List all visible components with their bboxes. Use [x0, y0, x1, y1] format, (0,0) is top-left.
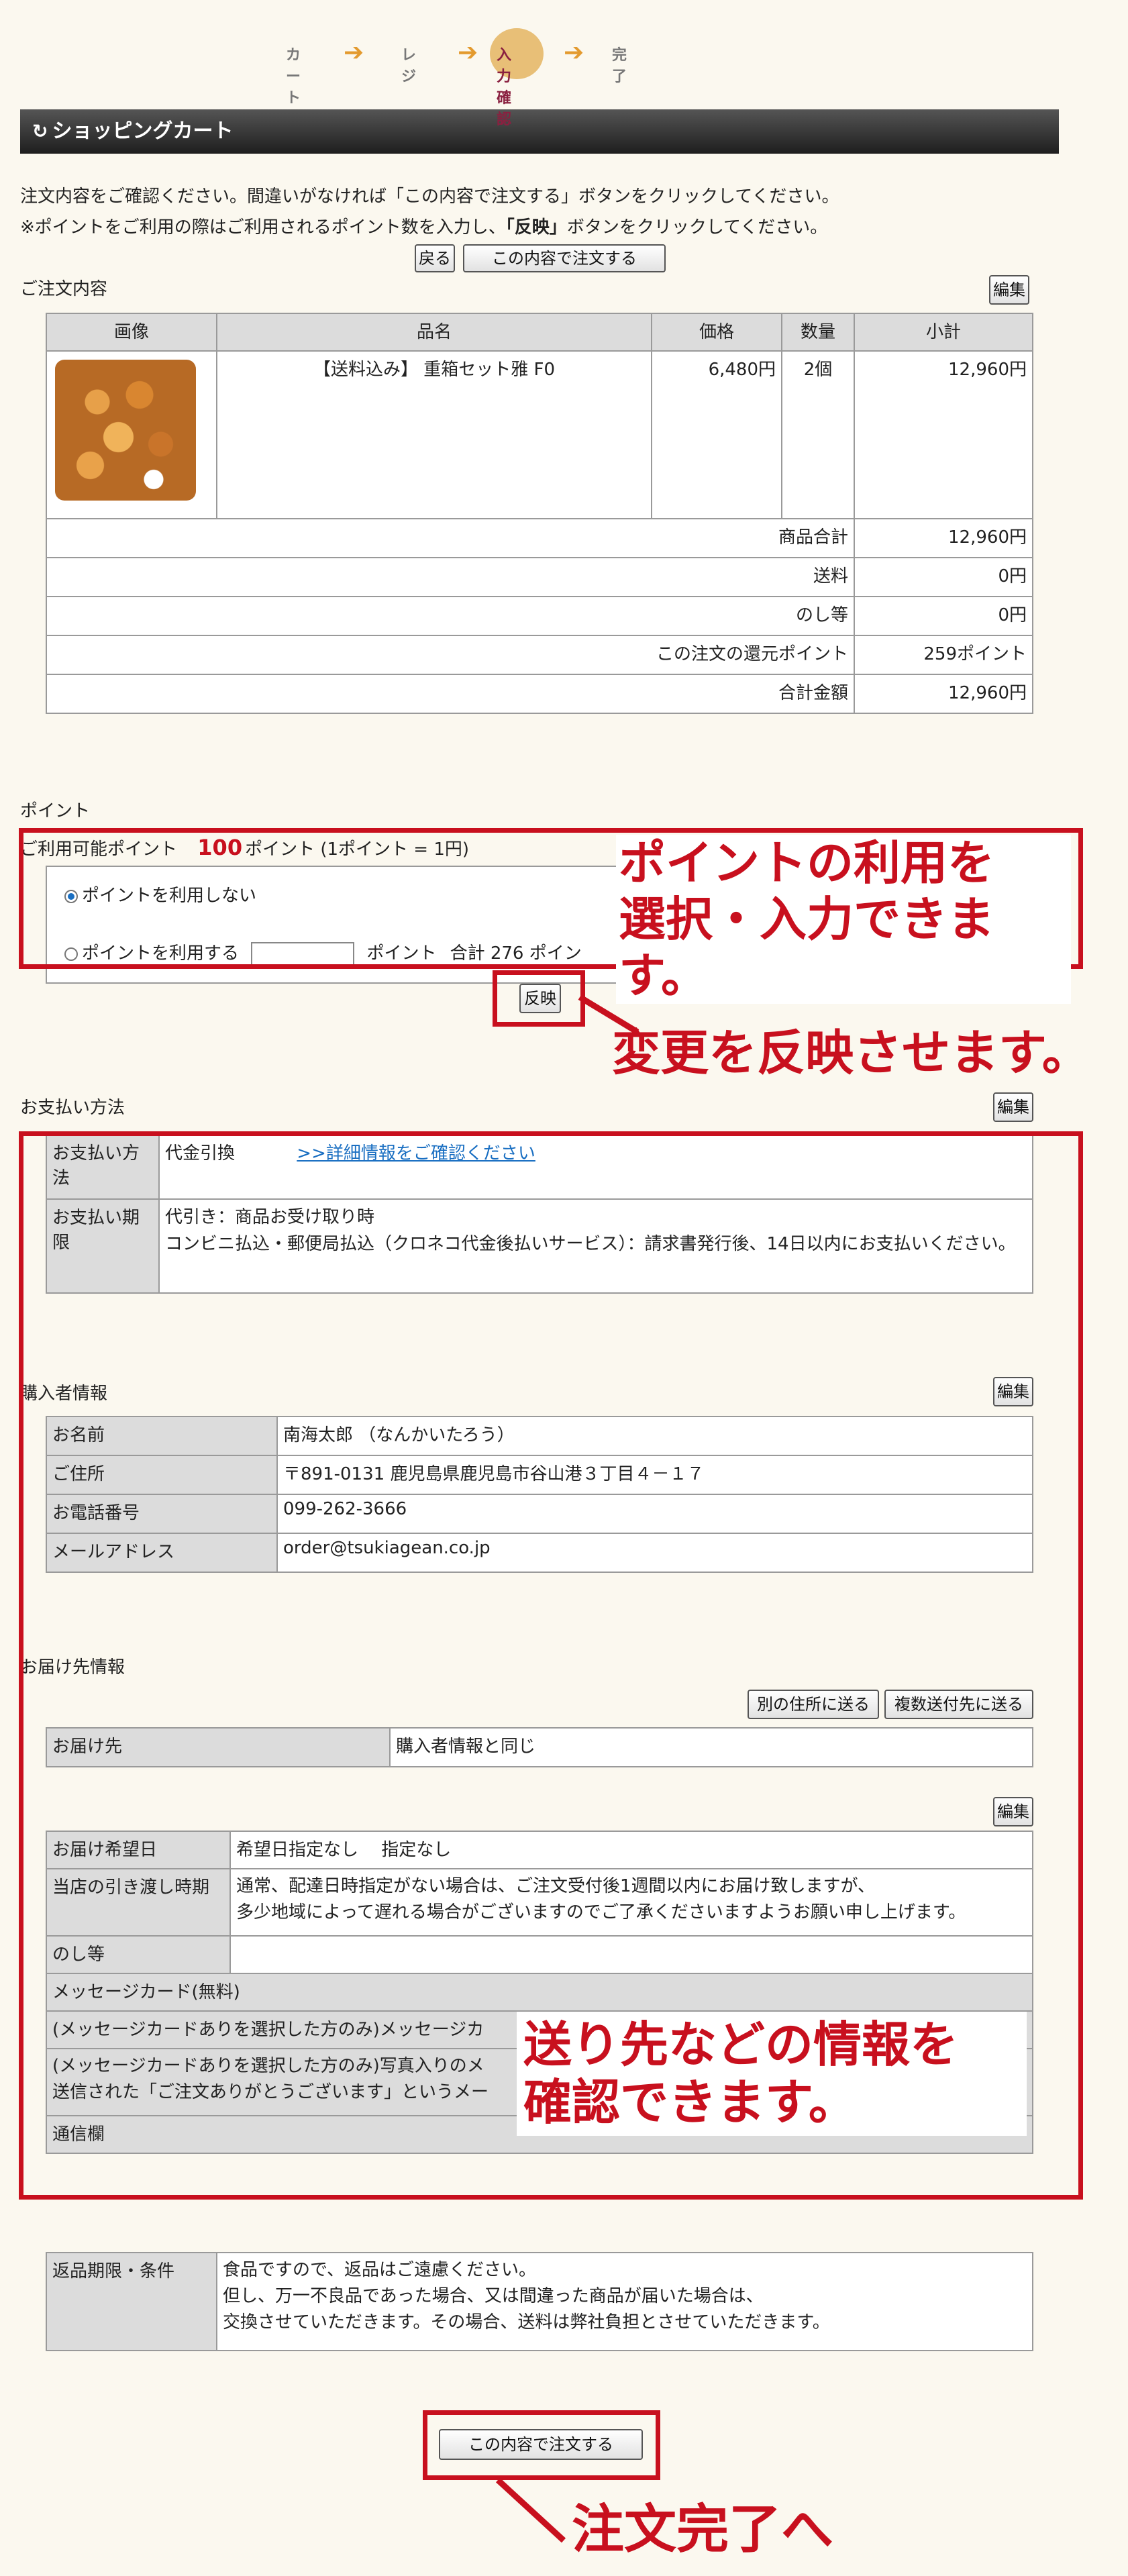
arrow-right-icon: ➔ — [458, 39, 478, 66]
order-table: 画像 品名 価格 数量 小計 【送料込み】 重箱セット雅 F0 6,480円 2… — [46, 313, 1033, 714]
order-section-label: ご注文内容 — [20, 279, 108, 299]
complete-callout: 注文完了へ — [572, 2500, 834, 2560]
cart-header: ↻ ショッピングカート — [20, 109, 1059, 154]
order-button-bottom[interactable]: この内容で注文する — [439, 2429, 643, 2460]
summary-row: 合計金額 12,960円 — [46, 674, 1033, 714]
step-complete: 完了 — [612, 47, 627, 85]
product-image — [55, 360, 196, 501]
col-qty: 数量 — [781, 313, 855, 352]
summary-row: 送料 0円 — [46, 557, 1033, 597]
col-image: 画像 — [46, 313, 217, 352]
arrow-right-icon: ➔ — [564, 39, 584, 66]
info-callout: 送り先などの情報を 確認できます。 — [517, 2012, 1027, 2136]
page-title: ショッピングカート — [52, 119, 234, 143]
arrow-right-icon: ➔ — [344, 39, 364, 66]
intro-text-1: 注文内容をご確認ください。間違いがなければ「この内容で注文する」ボタンをクリック… — [20, 187, 839, 207]
product-qty: 2個 — [781, 350, 855, 519]
edit-payment-button[interactable]: 編集 — [993, 1092, 1033, 1122]
returns-table: 返品期限・条件 食品ですので、返品はご遠慮ください。 但し、万一不良品であった場合… — [46, 2252, 1033, 2351]
summary-row: この注文の還元ポイント 259ポイント — [46, 635, 1033, 675]
summary-row: のし等 0円 — [46, 596, 1033, 636]
table-row: 【送料込み】 重箱セット雅 F0 6,480円 2個 12,960円 — [46, 350, 1033, 519]
summary-row: 商品合計 12,960円 — [46, 518, 1033, 558]
back-button[interactable]: 戻る — [415, 244, 455, 272]
col-price: 価格 — [651, 313, 782, 352]
points-callout: ポイントの利用を 選択・入力できます。 — [616, 835, 1071, 1004]
product-subtotal: 12,960円 — [854, 350, 1033, 519]
apply-callout: 変更を反映させます。 — [612, 1025, 1090, 1081]
points-section-label: ポイント — [20, 801, 91, 821]
product-name: 【送料込み】 重箱セット雅 F0 — [216, 350, 652, 519]
pointer-line-icon — [495, 2477, 566, 2543]
col-subtotal: 小計 — [854, 313, 1033, 352]
step-cart: カート — [286, 47, 301, 107]
apply-button[interactable]: 反映 — [519, 984, 561, 1013]
step-register: レジ — [401, 47, 417, 85]
col-name: 品名 — [216, 313, 652, 352]
edit-order-button[interactable]: 編集 — [989, 275, 1029, 305]
step-confirm: 入力確認 — [497, 47, 512, 128]
product-price: 6,480円 — [651, 350, 782, 519]
payment-section-label: お支払い方法 — [20, 1098, 125, 1118]
intro-text-2: ※ポイントをご利用の際はご利用されるポイント数を入力し、「反映」ボタンをクリック… — [20, 217, 828, 238]
order-button-top[interactable]: この内容で注文する — [463, 244, 666, 272]
refresh-icon: ↻ — [32, 120, 48, 142]
